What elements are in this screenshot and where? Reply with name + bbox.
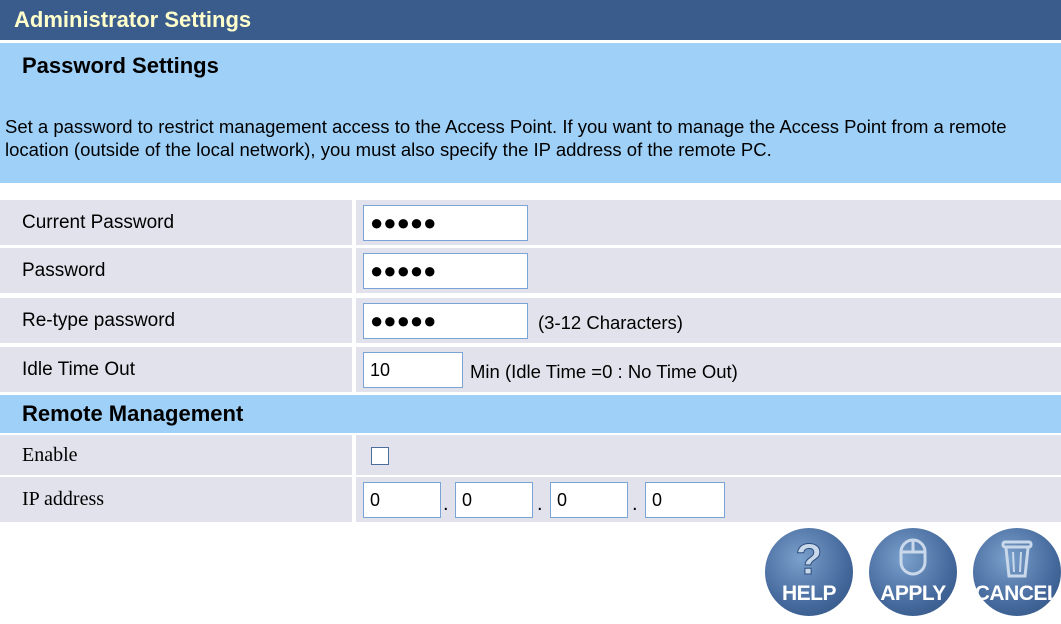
ip-separator: . (443, 493, 449, 515)
password-length-hint: (3-12 Characters) (538, 312, 683, 333)
ip-octet-3-input[interactable]: 0 (550, 482, 628, 518)
cancel-button-label: CANCEL (974, 582, 1060, 605)
current-password-input[interactable]: ●●●●● (363, 205, 528, 241)
mouse-icon (899, 538, 927, 576)
help-button[interactable]: ? HELP (765, 528, 853, 616)
password-row: Password ●●●●● (0, 248, 1061, 293)
enable-label: Enable (0, 435, 356, 475)
password-input[interactable]: ●●●●● (363, 253, 528, 289)
ip-octet-2-input[interactable]: 0 (455, 482, 533, 518)
retype-password-label: Re-type password (0, 298, 356, 343)
ip-separator: . (632, 493, 638, 515)
remote-management-title: Remote Management (22, 401, 244, 426)
current-password-row: Current Password ●●●●● (0, 200, 1061, 245)
idle-time-out-hint: Min (Idle Time =0 : No Time Out) (470, 361, 738, 382)
current-password-label: Current Password (0, 200, 356, 245)
apply-button-label: APPLY (880, 582, 946, 605)
ip-address-label: IP address (0, 477, 356, 522)
trash-can-icon (1001, 540, 1033, 578)
password-settings-description: Set a password to restrict management ac… (5, 116, 1007, 160)
page-title: Administrator Settings (0, 0, 1061, 40)
idle-time-out-input[interactable]: 10 (363, 352, 463, 388)
svg-text:?: ? (796, 536, 823, 580)
apply-button[interactable]: APPLY (869, 528, 957, 616)
password-settings-section: Password Settings Set a password to rest… (0, 43, 1061, 183)
ip-address-row: IP address 0 . 0 . 0 . 0 (0, 477, 1061, 522)
idle-time-out-label: Idle Time Out (0, 347, 356, 392)
question-mark-icon: ? (795, 536, 823, 580)
password-label: Password (0, 248, 356, 293)
remote-management-section: Remote Management (0, 395, 1061, 433)
enable-row: Enable (0, 435, 1061, 475)
idle-time-out-row: Idle Time Out 10 Min (Idle Time =0 : No … (0, 347, 1061, 392)
password-settings-title: Password Settings (22, 53, 219, 78)
ip-separator: . (537, 493, 543, 515)
cancel-button[interactable]: CANCEL (973, 528, 1061, 616)
retype-password-input[interactable]: ●●●●● (363, 303, 528, 339)
help-button-label: HELP (781, 582, 837, 605)
ip-octet-4-input[interactable]: 0 (645, 482, 725, 518)
enable-checkbox[interactable] (371, 447, 389, 465)
ip-octet-1-input[interactable]: 0 (363, 482, 441, 518)
retype-password-row: Re-type password ●●●●● (3-12 Characters) (0, 298, 1061, 343)
